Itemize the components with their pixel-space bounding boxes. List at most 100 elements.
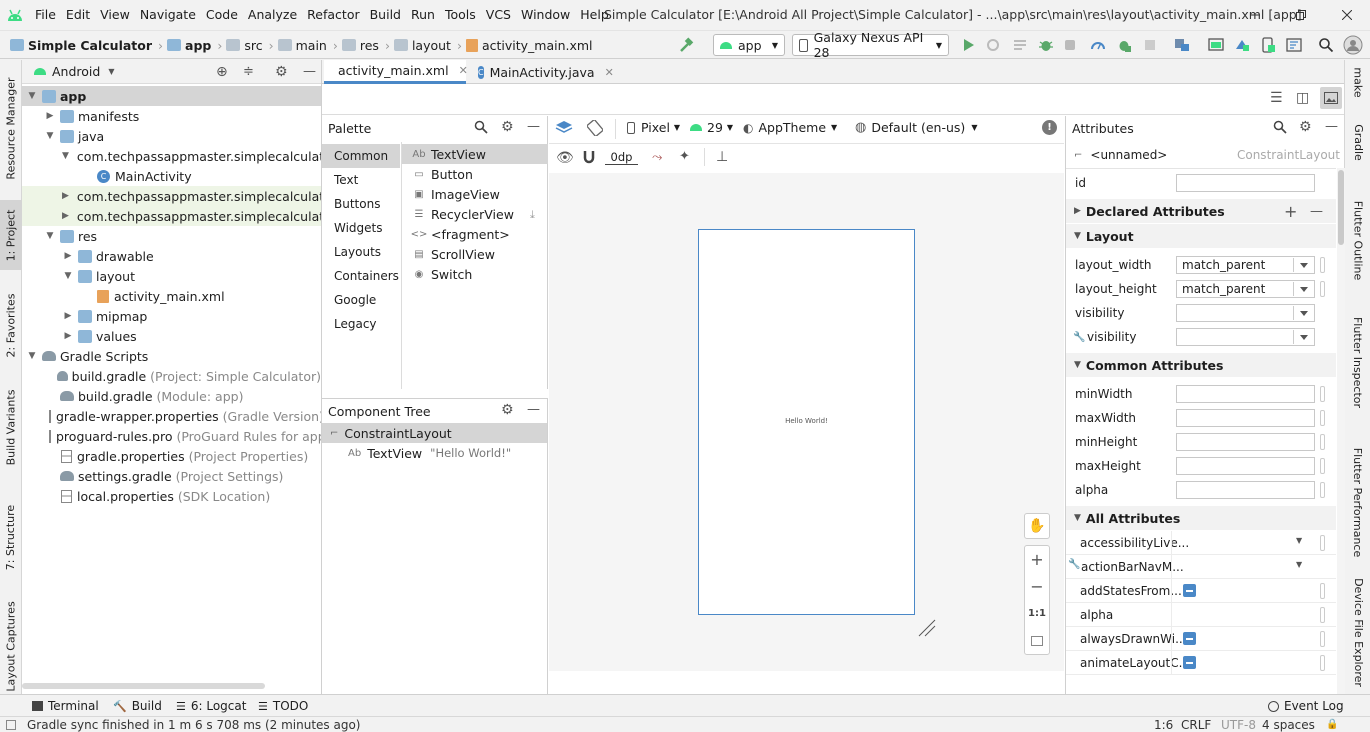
tree-item[interactable]: local.properties (SDK Location) — [22, 486, 321, 506]
attr-pin[interactable] — [1320, 631, 1325, 647]
tool-tab-favorites[interactable]: 2: Favorites — [0, 285, 22, 365]
project-view-select[interactable]: Android — [52, 64, 100, 79]
search-icon[interactable] — [1318, 37, 1334, 53]
zoom-actual-size-button[interactable]: 1:1 — [1025, 600, 1049, 627]
tree-item[interactable]: ▶ com.techpassappmaster.simplecalculator … — [22, 186, 321, 206]
palette-item[interactable]: ▤ ScrollView — [402, 244, 548, 264]
lock-icon[interactable]: 🔒 — [1326, 719, 1338, 730]
tool-tab-todo[interactable]: ☰ TODO — [258, 695, 308, 717]
run-icon[interactable] — [960, 37, 976, 53]
menu-tools[interactable]: Tools — [440, 0, 481, 30]
attr-select[interactable]: ▼ — [1296, 560, 1302, 569]
locale-select[interactable]: ◍ Default (en-us) ▼ — [855, 120, 977, 135]
common-attributes-section[interactable]: ▼ Common Attributes — [1066, 353, 1336, 377]
chevron-right-icon[interactable]: ▶ — [62, 311, 74, 321]
zoom-in-icon[interactable]: + — [1025, 546, 1049, 573]
chevron-down-icon[interactable]: ▼ — [26, 351, 38, 361]
menu-edit[interactable]: Edit — [61, 0, 95, 30]
layout-inspector-icon[interactable] — [1286, 37, 1302, 53]
palette-category-legacy[interactable]: Legacy — [322, 312, 400, 336]
hide-panel-icon[interactable]: — — [527, 402, 540, 417]
attr-pin[interactable] — [1320, 434, 1325, 450]
hide-panel-icon[interactable]: — — [527, 119, 540, 134]
tool-tab-flutter-outline[interactable]: Flutter Outline — [1345, 185, 1370, 295]
attr-pin[interactable] — [1320, 458, 1325, 474]
layout-section[interactable]: ▼ Layout — [1066, 224, 1336, 248]
magnet-icon[interactable] — [582, 150, 596, 164]
device-preview-select[interactable]: Pixel ▼ — [627, 120, 680, 135]
chevron-right-icon[interactable]: ▶ — [62, 191, 69, 201]
restore-button[interactable] — [1278, 0, 1324, 30]
menu-navigate[interactable]: Navigate — [135, 0, 201, 30]
attr-input[interactable] — [1176, 457, 1315, 475]
tool-tab-flutter-performance[interactable]: Flutter Performance — [1345, 430, 1370, 575]
project-horizontal-scrollbar[interactable] — [22, 683, 265, 689]
breadcrumb-project[interactable]: Simple Calculator — [28, 38, 152, 53]
hide-panel-icon[interactable]: — — [1325, 119, 1338, 134]
tree-item[interactable]: ▼ Gradle Scripts — [22, 346, 321, 366]
attr-checkbox[interactable] — [1183, 632, 1196, 645]
run-with-coverage-icon[interactable] — [1063, 37, 1079, 53]
gear-icon[interactable]: ⚙ — [501, 402, 514, 418]
orientation-icon[interactable] — [587, 120, 603, 136]
breadcrumb-main[interactable]: main — [296, 38, 327, 53]
code-view-icon[interactable]: ☰ — [1270, 90, 1283, 106]
attributes-scrollbar[interactable] — [1337, 168, 1345, 694]
menu-build[interactable]: Build — [365, 0, 406, 30]
tree-item[interactable]: ▶ drawable — [22, 246, 321, 266]
tree-item[interactable]: ▼ layout — [22, 266, 321, 286]
add-attribute-icon[interactable]: + — [1284, 202, 1297, 221]
all-attributes-section[interactable]: ▼ All Attributes — [1066, 506, 1336, 530]
hide-panel-icon[interactable]: — — [303, 64, 316, 79]
palette-item[interactable]: ▭ Button — [402, 164, 548, 184]
attr-pin[interactable] — [1320, 655, 1325, 671]
zoom-out-icon[interactable]: − — [1025, 573, 1049, 600]
apply-changes-icon[interactable] — [985, 37, 1001, 53]
palette-category-google[interactable]: Google — [322, 288, 400, 312]
warning-icon[interactable]: ! — [1042, 120, 1057, 135]
tool-tab-project[interactable]: 1: Project — [0, 200, 22, 270]
attr-pin[interactable] — [1320, 535, 1325, 551]
apply-code-changes-icon[interactable] — [1012, 37, 1028, 53]
tool-tab-build-variants[interactable]: Build Variants — [0, 385, 22, 470]
tool-tab-flutter-inspector[interactable]: Flutter Inspector — [1345, 300, 1370, 425]
chevron-down-icon[interactable]: ▼ — [26, 91, 38, 101]
gear-icon[interactable]: ⚙ — [275, 64, 288, 80]
menu-file[interactable]: File — [30, 0, 61, 30]
tree-item[interactable]: build.gradle (Project: Simple Calculator… — [22, 366, 321, 386]
theme-select[interactable]: ◐ AppTheme ▼ — [743, 120, 837, 135]
infer-constraints-icon[interactable]: ✦ — [679, 149, 690, 164]
tool-tab-structure[interactable]: 7: Structure — [0, 495, 22, 580]
breadcrumb-file[interactable]: activity_main.xml — [482, 38, 593, 53]
close-window-button[interactable] — [1324, 0, 1370, 30]
download-icon[interactable]: ⤓ — [530, 208, 535, 222]
attr-pin[interactable] — [1320, 386, 1325, 402]
attr-select[interactable]: ▼ — [1296, 536, 1302, 545]
breadcrumb-layout[interactable]: layout — [412, 38, 451, 53]
zoom-to-fit-icon[interactable] — [1025, 627, 1049, 654]
project-structure-icon[interactable] — [1174, 37, 1190, 53]
declared-attributes-section[interactable]: ▶ Declared Attributes + — — [1066, 199, 1336, 223]
design-view-icon[interactable] — [1320, 87, 1342, 109]
attr-layout-height-select[interactable]: match_parent — [1176, 280, 1315, 298]
device-select[interactable]: Galaxy Nexus API 28 ▼ — [792, 30, 949, 60]
tree-item[interactable]: activity_main.xml — [22, 286, 321, 306]
chevron-right-icon[interactable]: ▶ — [62, 251, 74, 261]
attr-checkbox[interactable] — [1183, 656, 1196, 669]
minimize-button[interactable] — [1232, 0, 1278, 30]
chevron-down-icon[interactable]: ▼ — [44, 131, 56, 141]
attr-layout-width-select[interactable]: match_parent — [1176, 256, 1315, 274]
tree-item[interactable]: ▶ manifests — [22, 106, 321, 126]
split-view-icon[interactable]: ◫ — [1296, 90, 1309, 106]
chevron-down-icon[interactable]: ▼ — [62, 271, 74, 281]
gear-icon[interactable]: ⚙ — [501, 119, 514, 135]
palette-category-text[interactable]: Text — [322, 168, 400, 192]
attr-input[interactable] — [1176, 409, 1315, 427]
palette-item[interactable]: ☰ RecyclerView — [402, 204, 548, 224]
tree-item[interactable]: ▼ com.techpassappmaster.simplecalculator — [22, 146, 321, 166]
hammer-build-icon[interactable] — [678, 37, 694, 53]
chevron-right-icon[interactable]: ▶ — [62, 211, 69, 221]
tree-item[interactable]: build.gradle (Module: app) — [22, 386, 321, 406]
menu-run[interactable]: Run — [406, 0, 440, 30]
tool-tab-device-file-explorer[interactable]: Device File Explorer — [1345, 572, 1370, 692]
